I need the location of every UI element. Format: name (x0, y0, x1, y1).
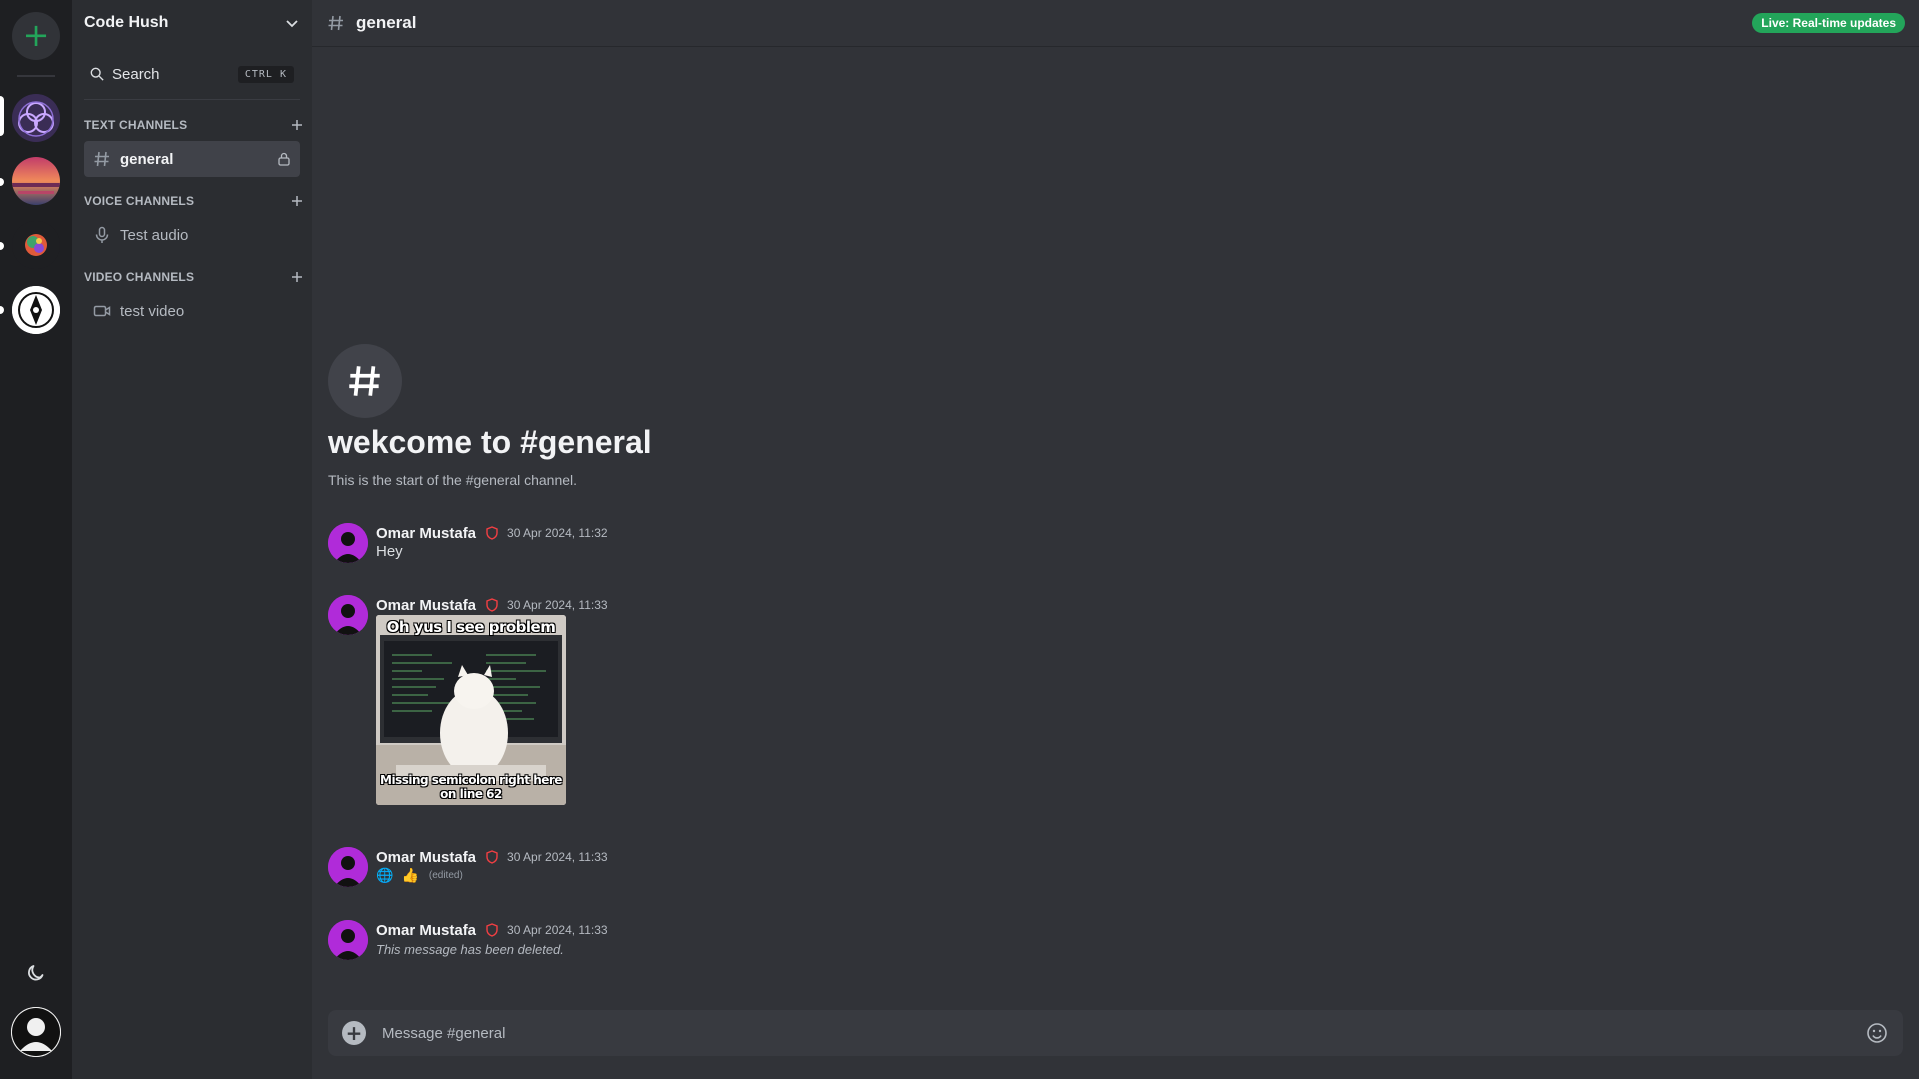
server-rail: + (0, 0, 72, 1079)
hash-icon (328, 15, 343, 31)
message-timestamp: 30 Apr 2024, 11:33 (507, 923, 608, 937)
welcome-title: wekcome to #general (328, 424, 652, 460)
lock-icon (278, 152, 290, 166)
hash-icon (328, 344, 402, 418)
unread-indicator (0, 178, 4, 186)
server-icon-emblem[interactable] (12, 286, 60, 334)
server-icon-sunset[interactable] (12, 157, 60, 205)
plus-icon: + (22, 16, 50, 54)
plus-icon[interactable] (290, 270, 304, 284)
channel-title: general (356, 13, 417, 32)
server-icon-colorful[interactable] (12, 221, 60, 269)
channel-test-audio[interactable]: Test audio (84, 217, 300, 253)
rail-divider (17, 75, 55, 77)
plus-icon[interactable] (290, 118, 304, 132)
category-video-channels[interactable]: VIDEO CHANNELS (84, 268, 304, 286)
welcome-subtitle: This is the start of the #general channe… (328, 472, 578, 488)
message-author[interactable]: Omar Mustafa (376, 849, 476, 866)
channel-name: Test audio (120, 226, 189, 244)
thumbs-up-emoji: 👍 (401, 867, 419, 883)
search-button[interactable]: Search CTRL K (84, 60, 300, 88)
user-avatar[interactable] (11, 1007, 61, 1057)
channel-sidebar: Code Hush Search CTRL K TEXT CHANNELS ge… (72, 0, 312, 1079)
shield-icon (486, 923, 498, 937)
globe-emoji: 🌐 (376, 867, 394, 883)
channel-general[interactable]: general (84, 141, 300, 177)
meme-top-caption: Oh yus I see problem (386, 618, 556, 636)
plus-icon[interactable] (290, 194, 304, 208)
chevron-down-icon (286, 20, 298, 28)
channel-name: general (120, 150, 174, 168)
shield-icon (486, 850, 498, 864)
attach-button[interactable]: + (342, 1021, 366, 1045)
unread-indicator (0, 242, 4, 250)
hash-icon (94, 151, 109, 167)
message: Omar Mustafa 30 Apr 2024, 11:33 🌐 👍 (edi… (328, 847, 928, 889)
unread-indicator (0, 306, 4, 314)
message-composer: + (328, 1010, 1903, 1056)
message: Omar Mustafa 30 Apr 2024, 11:33 This mes… (328, 920, 928, 962)
avatar[interactable] (328, 595, 368, 635)
search-icon (90, 67, 104, 81)
message-text: Hey (376, 543, 403, 560)
message-timestamp: 30 Apr 2024, 11:33 (507, 850, 608, 864)
message-author[interactable]: Omar Mustafa (376, 597, 476, 614)
category-voice-channels[interactable]: VOICE CHANNELS (84, 192, 304, 210)
message-timestamp: 30 Apr 2024, 11:33 (507, 598, 608, 612)
channel-name: test video (120, 302, 185, 320)
emoji-icon[interactable] (1865, 1021, 1889, 1045)
search-shortcut: CTRL K (237, 65, 294, 83)
avatar[interactable] (328, 847, 368, 887)
shield-icon (486, 526, 498, 540)
video-camera-icon (93, 305, 111, 317)
message-text: 🌐 👍 (edited) (376, 867, 463, 884)
message-input[interactable] (382, 1024, 1865, 1042)
sidebar-divider (84, 99, 300, 100)
avatar[interactable] (328, 523, 368, 563)
message-author[interactable]: Omar Mustafa (376, 525, 476, 542)
active-server-indicator (0, 96, 4, 136)
moon-icon[interactable] (24, 960, 48, 984)
message-image-attachment[interactable]: Oh yus I see problem Missing semicolon r… (376, 615, 566, 805)
server-icon-code-hush[interactable] (12, 94, 60, 142)
meme-bottom-caption: Missing semicolon right here on line 62 (380, 773, 562, 801)
category-text-channels[interactable]: TEXT CHANNELS (84, 116, 304, 134)
category-label: TEXT CHANNELS (84, 118, 188, 132)
category-label: VOICE CHANNELS (84, 194, 195, 208)
server-header[interactable]: Code Hush (72, 0, 312, 46)
plus-icon: + (345, 1021, 363, 1045)
message-author[interactable]: Omar Mustafa (376, 922, 476, 939)
server-name: Code Hush (84, 14, 169, 31)
microphone-icon (95, 226, 109, 243)
add-server-button[interactable]: + (12, 12, 60, 60)
deleted-message-text: This message has been deleted. (376, 942, 564, 957)
message: Omar Mustafa 30 Apr 2024, 11:32 Hey (328, 523, 928, 565)
shield-icon (486, 598, 498, 612)
message-timestamp: 30 Apr 2024, 11:32 (507, 526, 608, 540)
category-label: VIDEO CHANNELS (84, 270, 195, 284)
channel-test-video[interactable]: test video (84, 293, 300, 329)
search-label: Search (112, 65, 160, 83)
avatar[interactable] (328, 920, 368, 960)
live-status-badge: Live: Real-time updates (1752, 13, 1905, 33)
message: Omar Mustafa 30 Apr 2024, 11:33 Oh yus I… (328, 595, 928, 815)
channel-header: general Live: Real-time updates (312, 0, 1919, 47)
edited-label: (edited) (428, 870, 463, 881)
